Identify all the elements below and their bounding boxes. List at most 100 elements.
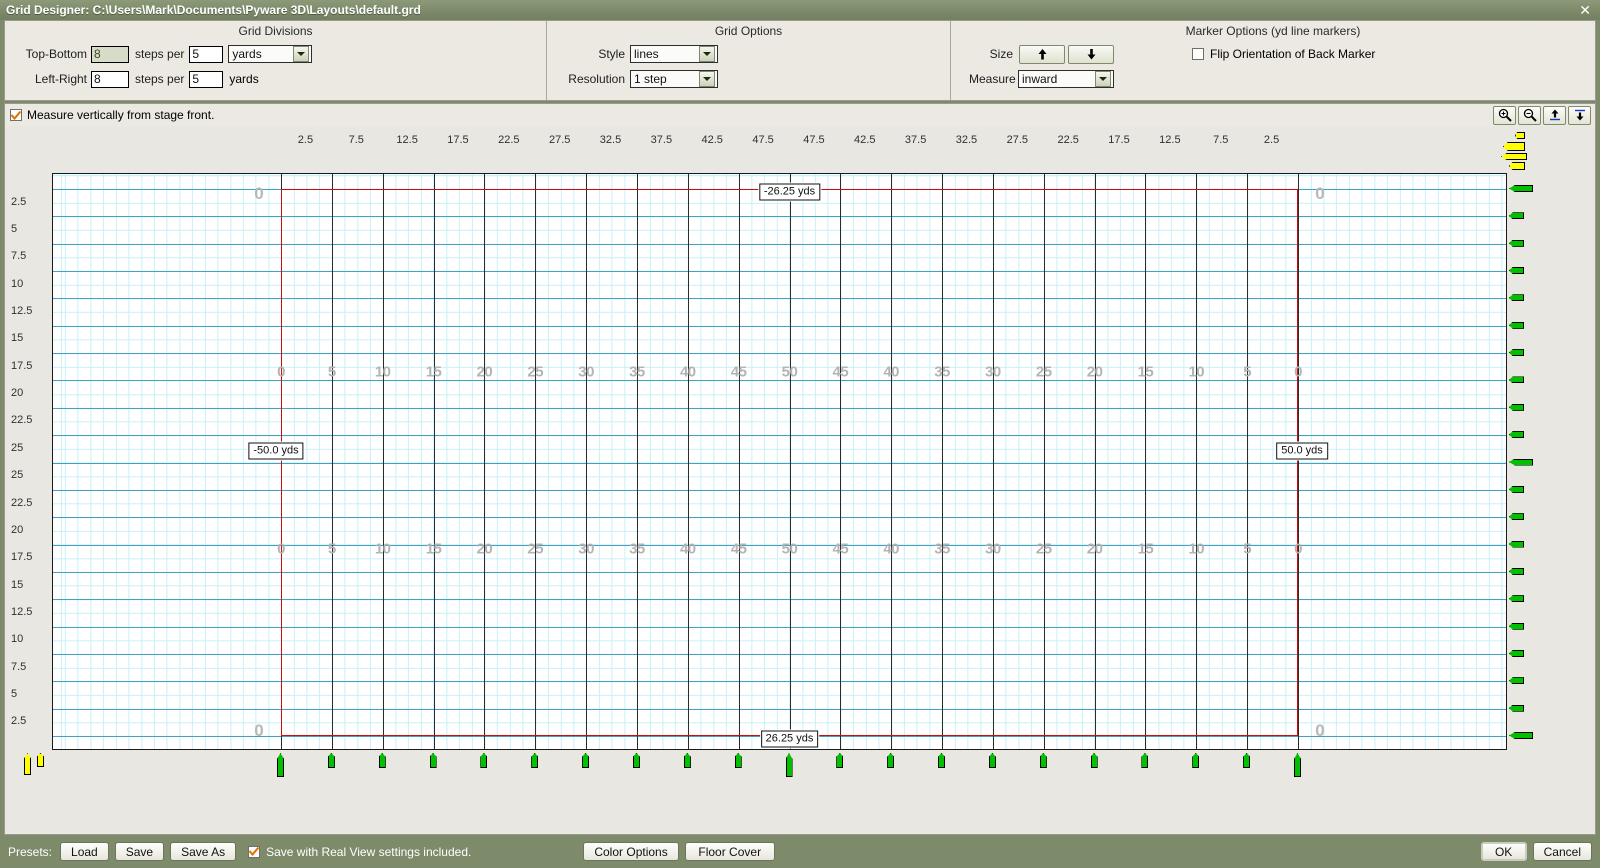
corner-number: 0 <box>254 184 264 203</box>
x-axis-tick: 47.5 <box>752 134 774 146</box>
window-title: Grid Designer: C:\Users\Mark\Documents\P… <box>6 3 421 17</box>
yard-number: 35 <box>629 540 645 558</box>
yard-number: 30 <box>985 363 1001 381</box>
yard-number: 25 <box>527 540 544 558</box>
chevron-down-icon[interactable] <box>1095 71 1111 87</box>
yard-marker-bottom <box>887 753 895 768</box>
grid-divisions-panel: Grid Divisions Top-Bottom steps per yard… <box>5 21 546 100</box>
yard-number: 15 <box>425 363 442 381</box>
measure-select[interactable]: inward <box>1018 70 1114 88</box>
yard-number: 35 <box>629 363 645 381</box>
y-axis-tick: 2.5 <box>11 195 27 208</box>
x-axis-tick: 2.5 <box>1263 134 1280 146</box>
yard-number: 35 <box>934 540 950 558</box>
x-axis-tick: 22.5 <box>1057 134 1079 146</box>
yard-marker-right <box>1509 458 1533 466</box>
load-button[interactable]: Load <box>60 842 109 861</box>
yard-number: 40 <box>883 363 900 381</box>
zoom-out-icon[interactable] <box>1518 105 1541 125</box>
marker-size-preview <box>1509 162 1525 170</box>
x-axis-tick: 37.5 <box>650 134 673 146</box>
origin-marker-bottom-left-2 <box>37 753 44 767</box>
resolution-select[interactable]: 1 step <box>630 70 718 88</box>
close-icon[interactable]: ✕ <box>1576 3 1594 17</box>
y-axis-tick: 7.5 <box>11 250 27 263</box>
yard-marker-bottom <box>938 753 946 768</box>
y-axis-tick: 15 <box>11 332 24 345</box>
canvas-tool-buttons <box>1493 105 1593 125</box>
field-plot[interactable]: 0 5 10 15 20 25 30 35 40 45 50 45 40 35 30 25 20 15 10 5 0 0 5… <box>52 173 1507 750</box>
save-realview-label: Save with Real View settings included. <box>266 844 472 859</box>
yard-number: 5 <box>1243 363 1252 381</box>
yard-marker-right <box>1509 513 1524 521</box>
yard-marker-bottom <box>1294 753 1301 777</box>
chevron-down-icon[interactable] <box>699 71 715 87</box>
top-bottom-per-input[interactable] <box>189 45 224 63</box>
yard-number: 15 <box>1137 540 1154 558</box>
save-realview-checkbox[interactable] <box>248 845 261 858</box>
save-button[interactable]: Save <box>114 842 165 861</box>
field-boundary <box>281 189 1298 736</box>
top-bottom-unit-select[interactable]: yards <box>228 45 313 63</box>
yard-number: 30 <box>985 540 1001 558</box>
yard-number: 0 <box>1294 363 1302 381</box>
yard-marker-bottom <box>836 753 844 768</box>
cancel-button[interactable]: Cancel <box>1532 842 1592 861</box>
measure-vertically-checkbox[interactable] <box>10 109 22 121</box>
corner-number: 0 <box>254 721 264 740</box>
origin-marker-bottom-left <box>24 753 31 775</box>
ok-button[interactable]: OK <box>1480 842 1527 861</box>
yard-number: 10 <box>1188 540 1205 558</box>
top-bottom-unit-value: yards <box>232 47 262 61</box>
yard-number: 20 <box>1086 363 1103 381</box>
callout-bottom: 26.25 yds <box>760 730 819 748</box>
left-right-steps-input[interactable] <box>91 70 129 88</box>
yard-marker-right <box>1509 239 1524 247</box>
style-label: Style <box>598 47 625 61</box>
x-axis-tick: 32.5 <box>599 134 622 146</box>
measure-value: inward <box>1022 72 1058 86</box>
yard-number: 45 <box>730 363 747 381</box>
zoom-in-icon[interactable] <box>1493 105 1516 125</box>
yard-number: 0 <box>1294 540 1302 558</box>
x-axis-tick: 32.5 <box>955 134 978 146</box>
yard-number: 45 <box>730 540 747 558</box>
save-as-button[interactable]: Save As <box>170 842 237 861</box>
chevron-down-icon[interactable] <box>699 46 715 62</box>
grid-canvas-area[interactable]: 2.5 7.5 12.5 17.5 22.5 27.5 32.5 37.5 42.5 47.5 47… <box>4 126 1596 835</box>
y-axis-tick: 12.5 <box>11 605 33 618</box>
corner-number: 0 <box>1315 721 1325 740</box>
move-down-icon[interactable] <box>1568 105 1591 125</box>
yard-marker-bottom <box>378 753 386 768</box>
yard-marker-bottom <box>988 753 996 768</box>
top-bottom-steps-input[interactable] <box>91 45 129 63</box>
yard-number: 20 <box>476 363 493 381</box>
yard-marker-right <box>1509 403 1524 411</box>
yard-number: 20 <box>1086 540 1103 558</box>
flip-orientation-checkbox[interactable] <box>1192 48 1204 60</box>
yard-marker-bottom <box>582 753 590 768</box>
style-select[interactable]: lines <box>630 45 718 63</box>
canvas-toolbar: Measure vertically from stage front. <box>4 103 1596 126</box>
y-axis-tick: 20 <box>11 387 24 400</box>
callout-right: 50.0 yds <box>1276 442 1328 459</box>
grid-canvas[interactable]: 2.5 7.5 12.5 17.5 22.5 27.5 32.5 37.5 42.5 47.5 47… <box>5 126 1595 834</box>
grid-options-panel: Grid Options Style lines Resolution 1 st… <box>546 21 950 100</box>
floor-cover-button[interactable]: Floor Cover <box>684 842 775 861</box>
y-axis-tick: 5 <box>11 687 18 700</box>
chevron-down-icon[interactable] <box>293 46 310 62</box>
yard-number: 0 <box>277 363 285 381</box>
x-axis-tick: 27.5 <box>548 134 571 146</box>
yard-marker-bottom <box>1141 753 1149 768</box>
yard-number: 50 <box>781 363 798 381</box>
measure-vertically-label: Measure vertically from stage front. <box>27 108 215 122</box>
left-right-per-input[interactable] <box>189 70 224 88</box>
color-options-button[interactable]: Color Options <box>583 842 679 861</box>
yard-marker-bottom <box>277 753 284 777</box>
marker-size-down-button[interactable] <box>1068 44 1114 64</box>
marker-size-up-button[interactable] <box>1019 44 1065 64</box>
yard-marker-right <box>1509 321 1524 329</box>
move-up-icon[interactable] <box>1543 105 1566 125</box>
y-axis-tick: 17.5 <box>11 551 33 564</box>
yard-number: 10 <box>374 540 391 558</box>
